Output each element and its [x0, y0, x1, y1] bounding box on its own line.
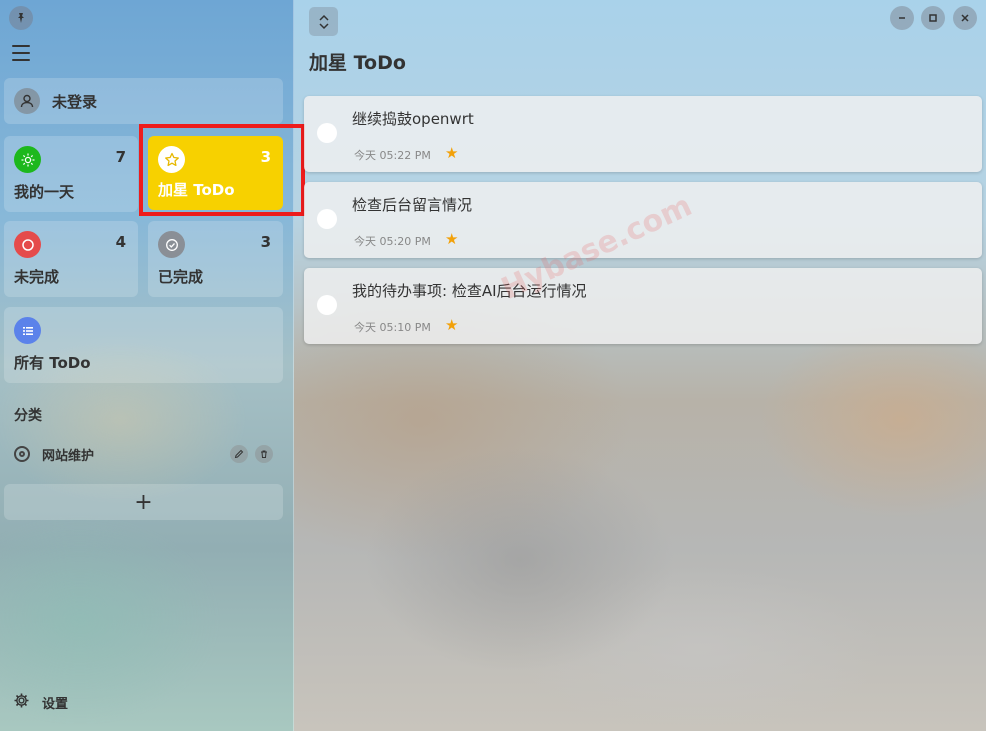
tile-starred[interactable]: 3 加星 ToDo [148, 136, 283, 210]
tile-my-day[interactable]: 7 我的一天 [4, 136, 138, 212]
star-icon[interactable]: ★ [445, 230, 458, 248]
star-icon [158, 146, 185, 173]
pin-icon[interactable] [9, 6, 33, 30]
complete-checkbox[interactable] [317, 209, 337, 229]
tile-count: 3 [260, 233, 271, 251]
todo-time: 今天 05:10 PM [354, 321, 431, 334]
main-panel: 加星 ToDo 继续捣鼓openwrt 今天 05:22 PM ★ 检查后台留言… [294, 0, 986, 731]
login-button[interactable]: 未登录 [4, 78, 283, 124]
check-circle-icon [158, 231, 185, 258]
todo-item[interactable]: 继续捣鼓openwrt 今天 05:22 PM ★ [304, 96, 982, 172]
page-title: 加星 ToDo [309, 52, 406, 74]
tile-incomplete[interactable]: 4 未完成 [4, 221, 138, 297]
categories-heading: 分类 [14, 408, 42, 424]
category-label: 网站维护 [42, 448, 95, 464]
star-icon[interactable]: ★ [445, 316, 458, 334]
todo-time: 今天 05:22 PM [354, 149, 431, 162]
todo-item[interactable]: 我的待办事项: 检查AI后台运行情况 今天 05:10 PM ★ [304, 268, 982, 344]
todo-app: 未登录 7 我的一天 3 加星 ToDo 4 未完成 3 已完成 所有 ToDo… [0, 0, 986, 731]
tile-label: 所有 ToDo [14, 354, 91, 372]
tile-label: 未完成 [14, 268, 60, 286]
todo-title: 继续捣鼓openwrt [352, 110, 474, 128]
tile-label: 我的一天 [14, 183, 75, 201]
sun-icon [14, 146, 41, 173]
todo-time: 今天 05:20 PM [354, 235, 431, 248]
tile-count: 3 [260, 148, 271, 166]
todo-title: 我的待办事项: 检查AI后台运行情况 [352, 282, 587, 300]
list-icon [14, 317, 41, 344]
sort-icon[interactable] [309, 7, 338, 36]
login-label: 未登录 [52, 92, 98, 111]
minimize-icon[interactable] [890, 6, 914, 30]
tile-label: 加星 ToDo [158, 181, 235, 199]
tile-count: 4 [115, 233, 126, 251]
close-icon[interactable] [953, 6, 977, 30]
gear-icon [13, 692, 30, 713]
edit-icon[interactable] [230, 445, 248, 463]
settings-label: 设置 [42, 697, 69, 712]
menu-icon[interactable] [12, 45, 30, 61]
star-icon[interactable]: ★ [445, 144, 458, 162]
add-category-button[interactable]: + [4, 484, 283, 520]
maximize-icon[interactable] [921, 6, 945, 30]
tile-completed[interactable]: 3 已完成 [148, 221, 283, 297]
category-item[interactable]: 网站维护 [4, 438, 283, 470]
target-icon [14, 446, 30, 462]
sidebar: 未登录 7 我的一天 3 加星 ToDo 4 未完成 3 已完成 所有 ToDo… [0, 0, 305, 731]
circle-icon [14, 231, 41, 258]
todo-item[interactable]: 检查后台留言情况 今天 05:20 PM ★ [304, 182, 982, 258]
todo-title: 检查后台留言情况 [352, 196, 473, 214]
tile-label: 已完成 [158, 268, 204, 286]
complete-checkbox[interactable] [317, 123, 337, 143]
avatar [14, 88, 40, 114]
tile-all-todo[interactable]: 所有 ToDo [4, 307, 283, 383]
complete-checkbox[interactable] [317, 295, 337, 315]
settings-button[interactable]: 设置 [13, 692, 68, 713]
delete-icon[interactable] [255, 445, 273, 463]
tile-count: 7 [115, 148, 126, 166]
